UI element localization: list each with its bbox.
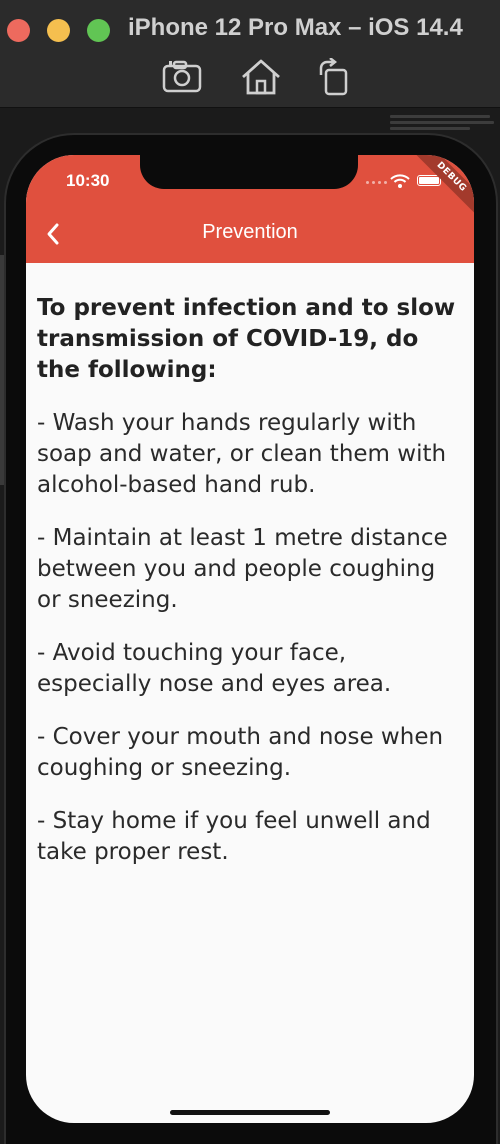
- prevention-tip: - Cover your mouth and nose when coughin…: [37, 724, 444, 781]
- minimize-window-button[interactable]: [47, 19, 70, 42]
- prevention-tip: - Stay home if you feel unwell and take …: [37, 808, 431, 865]
- signal-icon: [366, 181, 387, 184]
- screenshot-icon: [162, 60, 202, 93]
- wifi-icon: [390, 174, 410, 188]
- page-title: Prevention: [202, 221, 298, 243]
- home-indicator[interactable]: [170, 1110, 330, 1115]
- prevention-tip: - Maintain at least 1 metre distance bet…: [37, 525, 448, 613]
- simulator-title: iPhone 12 Pro Max – iOS 14.4: [128, 14, 463, 41]
- home-button[interactable]: [238, 56, 284, 98]
- debug-banner: DEBUG: [406, 155, 474, 223]
- rotate-button[interactable]: [310, 56, 356, 98]
- zoom-window-button[interactable]: [87, 19, 110, 42]
- rotate-icon: [319, 58, 348, 96]
- prevention-heading: To prevent infection and to slow transmi…: [37, 295, 456, 383]
- prevention-content: To prevent infection and to slow transmi…: [37, 293, 463, 890]
- prevention-tip: - Avoid touching your face, especially n…: [37, 640, 392, 697]
- prevention-tip: - Wash your hands regularly with soap an…: [37, 410, 447, 498]
- home-icon: [242, 59, 280, 95]
- device-screen: 10:30 DEBUG Prevention To prevent infect…: [26, 155, 474, 1123]
- screenshot-button[interactable]: [160, 56, 206, 98]
- device-notch: [140, 155, 358, 189]
- app-bar: 10:30 DEBUG Prevention: [26, 155, 474, 263]
- simulator-titlebar: iPhone 12 Pro Max – iOS 14.4: [0, 0, 500, 108]
- close-window-button[interactable]: [7, 19, 30, 42]
- status-time: 10:30: [66, 171, 110, 190]
